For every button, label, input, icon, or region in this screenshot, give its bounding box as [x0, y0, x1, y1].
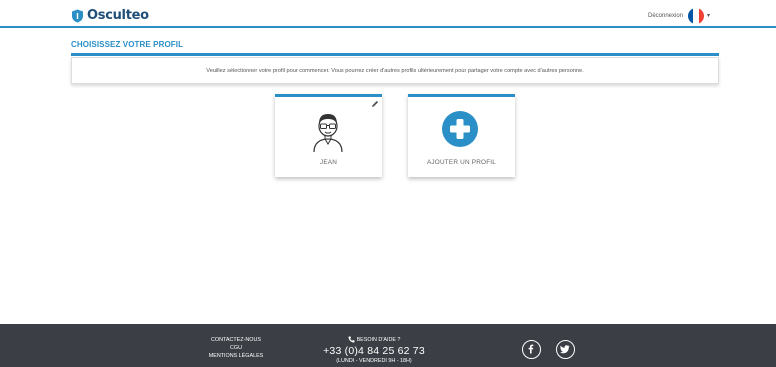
facebook-icon — [528, 344, 534, 354]
cgu-link[interactable]: CGU — [200, 344, 272, 352]
twitter-button[interactable] — [556, 340, 575, 359]
twitter-icon — [560, 345, 570, 354]
chevron-down-icon[interactable]: ▾ — [707, 12, 710, 19]
top-header: Osculteo Déconnexion ▾ — [0, 0, 776, 28]
facebook-button[interactable] — [522, 340, 541, 359]
help-title: BESOIN D'AIDE ? — [314, 336, 434, 343]
brand-logo[interactable]: Osculteo — [71, 8, 149, 23]
pencil-icon[interactable] — [371, 100, 379, 108]
logout-link[interactable]: Déconnexion — [648, 13, 683, 19]
footer: CONTACTEZ-NOUS CGU MENTIONS LÉGALES BESO… — [0, 324, 776, 367]
user-avatar-icon — [313, 114, 343, 152]
help-block: BESOIN D'AIDE ? +33 (0)4 84 25 62 73 (LU… — [314, 336, 434, 364]
page-title: CHOISISSEZ VOTRE PROFIL — [71, 40, 184, 49]
opening-hours: (LUNDI - VENDREDI 9H - 18H) — [336, 358, 412, 364]
profile-card-jean[interactable]: JEAN — [275, 94, 382, 177]
phone-number[interactable]: +33 (0)4 84 25 62 73 — [314, 345, 434, 357]
add-circle-icon — [442, 111, 478, 147]
legal-link[interactable]: MENTIONS LÉGALES — [200, 352, 272, 360]
language-flag[interactable] — [688, 8, 704, 24]
phone-icon — [348, 336, 355, 343]
help-title-text: BESOIN D'AIDE ? — [356, 336, 401, 343]
info-text: Veuillez sélectionner votre profil pour … — [206, 67, 584, 74]
footer-links: CONTACTEZ-NOUS CGU MENTIONS LÉGALES — [200, 336, 272, 360]
brand-name: Osculteo — [87, 8, 149, 23]
flag-red — [698, 8, 704, 24]
title-divider — [71, 53, 719, 56]
add-profile-label: AJOUTER UN PROFIL — [426, 159, 497, 166]
add-profile-card[interactable]: AJOUTER UN PROFIL — [408, 94, 515, 177]
info-box: Veuillez sélectionner votre profil pour … — [71, 57, 719, 84]
profile-name: JEAN — [319, 159, 338, 166]
contact-link[interactable]: CONTACTEZ-NOUS — [200, 336, 272, 344]
shield-icon — [72, 9, 83, 22]
